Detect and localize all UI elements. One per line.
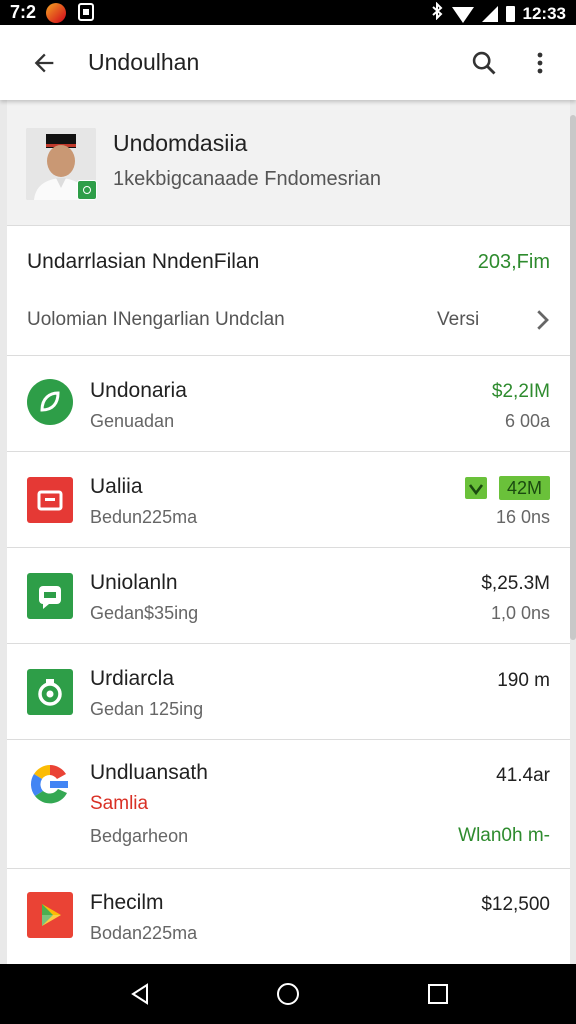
search-button[interactable] [462, 41, 506, 85]
app-notification-icon [46, 3, 66, 23]
item-name: Uniolanln [90, 571, 178, 594]
play-icon [27, 892, 73, 938]
battery-icon [505, 5, 515, 22]
status-bar: 7:2 12:33 [0, 0, 576, 25]
status-time: 7:2 [10, 2, 37, 22]
square-notification-icon [78, 3, 94, 21]
arrow-back-icon [34, 53, 54, 73]
bluetooth-icon [430, 1, 444, 25]
item-subtitle: Bodan225ma [90, 923, 198, 943]
item-name: Ualiia [90, 475, 143, 498]
item-subtitle: Bedun225ma [90, 507, 198, 527]
item-subtitle: Genuadan [90, 411, 175, 431]
briefcase-icon [27, 477, 73, 523]
item-size: 190 m [497, 670, 550, 691]
item-subtitle: Bedgarheon [90, 826, 189, 846]
nav-recents-button[interactable] [418, 974, 458, 1014]
profile-header[interactable]: Undomdasiia 1kekbigcanaade Fndomesrian [7, 100, 570, 226]
verified-badge-icon [77, 180, 97, 200]
chat-icon [27, 573, 73, 619]
list-item[interactable]: Undluansath Samlia Bedgarheon 41.4ar Wla… [7, 739, 570, 869]
wifi-icon [451, 6, 474, 23]
nav-back-button[interactable] [120, 974, 160, 1014]
google-g-icon [27, 761, 73, 807]
item-price: $,25.3M [481, 573, 550, 594]
item-price: 41.4ar [496, 765, 550, 786]
nav-recents-icon [428, 984, 448, 1004]
item-size: 6 00a [504, 411, 550, 431]
profile-subtitle: 1kekbigcanaade Fndomesrian [113, 168, 381, 190]
main-content: Undomdasiia 1kekbigcanaade Fndomesrian U… [7, 100, 570, 964]
nav-home-icon [277, 983, 299, 1005]
item-action-link[interactable]: Wlan0h m- [458, 825, 550, 847]
item-price: $2,2IM [491, 381, 550, 402]
chevron-right-icon[interactable] [527, 305, 557, 335]
check-icon [465, 477, 487, 499]
item-name: Fhecilm [90, 891, 164, 914]
list-item[interactable]: Uniolanln Gedan$35ing $,25.3M 1,0 0ns [7, 547, 570, 644]
search-icon [472, 51, 496, 75]
camera-icon [27, 669, 73, 715]
summary-value: 203,Fim [477, 251, 550, 273]
nav-back-icon [131, 983, 148, 1005]
signal-icon [481, 5, 498, 22]
status-icons: 12:33 [430, 1, 566, 25]
page-title: Undoulhan [88, 49, 200, 75]
nav-home-button[interactable] [268, 974, 308, 1014]
item-subtitle: Gedan$35ing [90, 603, 199, 623]
item-highlight: Samlia [90, 793, 149, 814]
item-name: Undluansath [90, 761, 208, 784]
summary-subtitle: Uolomian INengarlian Undclan [27, 309, 285, 330]
list-item[interactable]: Undonaria Genuadan $2,2IM 6 00a [7, 355, 570, 452]
item-subtitle: Gedan 125ing [90, 699, 204, 719]
more-options-button[interactable] [518, 41, 562, 85]
item-size: 16 0ns [495, 507, 550, 527]
more-vert-icon [537, 52, 543, 74]
leaf-icon [27, 379, 73, 425]
list-item[interactable]: Ualiia Bedun225ma 42M 16 0ns [7, 451, 570, 548]
summary-section: Undarrlasian NndenFilan 203,Fim Uolomian… [7, 225, 570, 356]
summary-title: Undarrlasian NndenFilan [27, 250, 260, 273]
item-name: Urdiarcla [90, 667, 175, 690]
back-button[interactable] [22, 41, 66, 85]
list-item[interactable]: Fhecilm Bodan225ma $12,500 [7, 868, 570, 964]
item-size: 1,0 0ns [490, 603, 550, 623]
price-badge: 42M [498, 476, 550, 500]
scrollbar[interactable] [570, 115, 576, 640]
item-price: $12,500 [481, 894, 550, 915]
item-name: Undonaria [90, 379, 187, 402]
status-clock: 12:33 [522, 3, 566, 23]
version-link[interactable]: Versi [437, 309, 479, 331]
profile-name: Undomdasiia [113, 130, 248, 156]
list-item[interactable]: Urdiarcla Gedan 125ing 190 m [7, 643, 570, 740]
navigation-bar [0, 964, 576, 1024]
app-bar: Undoulhan [0, 25, 576, 100]
